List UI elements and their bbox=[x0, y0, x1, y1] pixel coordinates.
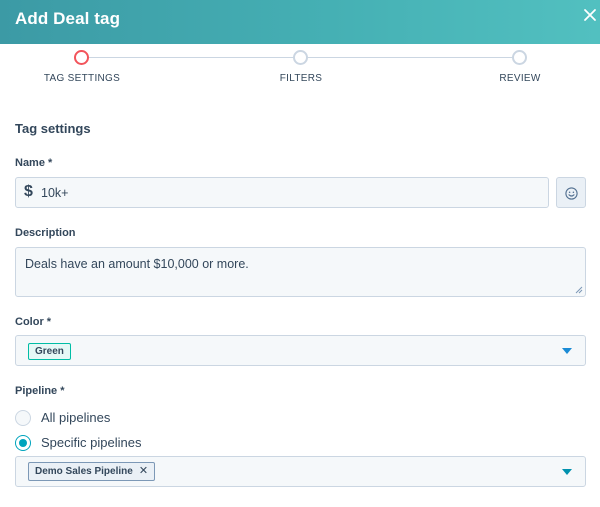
name-value: 10k+ bbox=[41, 186, 69, 200]
modal-header: Add Deal tag bbox=[0, 0, 600, 44]
modal-title: Add Deal tag bbox=[15, 9, 121, 28]
emoji-button[interactable] bbox=[556, 177, 586, 208]
close-icon bbox=[584, 9, 596, 21]
radio-label: Specific pipelines bbox=[41, 435, 142, 450]
description-value: Deals have an amount $10,000 or more. bbox=[25, 257, 249, 271]
name-input[interactable]: $ 10k+ bbox=[15, 177, 549, 208]
name-label: Name * bbox=[15, 157, 53, 169]
radio-button[interactable] bbox=[15, 410, 31, 426]
close-button[interactable] bbox=[580, 4, 600, 26]
remove-chip-icon[interactable]: ✕ bbox=[139, 463, 148, 480]
smiley-icon bbox=[565, 187, 578, 200]
resize-grip-icon[interactable] bbox=[575, 286, 583, 294]
color-label: Color * bbox=[15, 316, 52, 328]
pipeline-select[interactable]: Demo Sales Pipeline ✕ bbox=[15, 456, 586, 487]
chevron-down-icon bbox=[562, 469, 572, 475]
radio-button-checked[interactable] bbox=[15, 435, 31, 451]
pipeline-chip: Demo Sales Pipeline ✕ bbox=[28, 462, 156, 481]
step-label-filters: FILTERS bbox=[279, 73, 323, 84]
step-dot-tag-settings bbox=[74, 50, 89, 65]
dollar-icon: $ bbox=[24, 183, 33, 200]
step-dot-review bbox=[512, 50, 527, 65]
pipeline-chip-label: Demo Sales Pipeline bbox=[35, 466, 133, 477]
color-chip: Green bbox=[28, 343, 71, 360]
description-label: Description bbox=[15, 227, 76, 239]
description-textarea[interactable]: Deals have an amount $10,000 or more. bbox=[15, 247, 586, 297]
progress-stepper: TAG SETTINGS FILTERS REVIEW bbox=[0, 44, 600, 104]
radio-label: All pipelines bbox=[41, 410, 111, 425]
section-title: Tag settings bbox=[15, 121, 91, 136]
pipeline-label: Pipeline * bbox=[15, 385, 65, 397]
step-label-tag-settings: TAG SETTINGS bbox=[43, 73, 121, 84]
step-label-review: REVIEW bbox=[499, 73, 541, 84]
color-select[interactable]: Green bbox=[15, 335, 586, 366]
step-dot-filters bbox=[293, 50, 308, 65]
chevron-down-icon bbox=[562, 348, 572, 354]
